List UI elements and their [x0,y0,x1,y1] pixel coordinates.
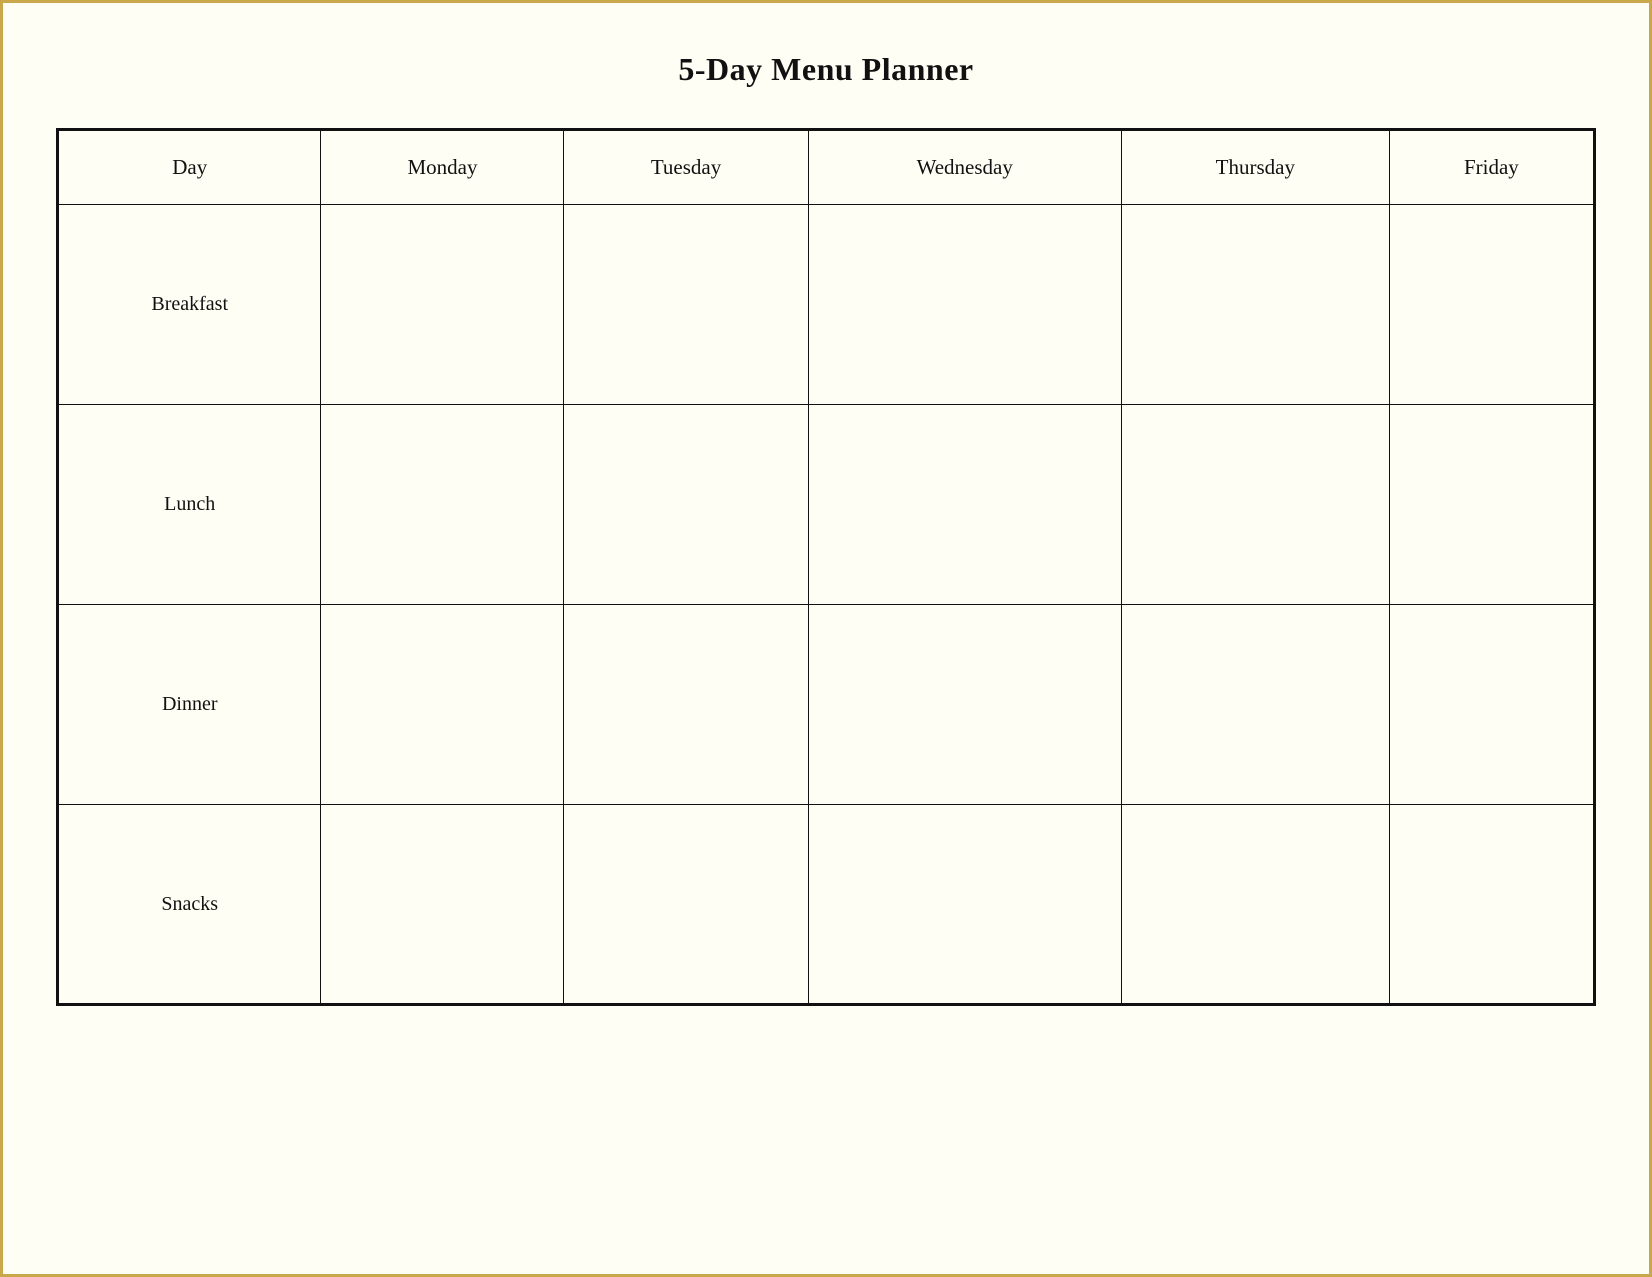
col-thursday: Thursday [1121,130,1389,205]
cell-snacks-friday[interactable] [1389,805,1594,1005]
row-breakfast: Breakfast [58,205,1595,405]
cell-snacks-tuesday[interactable] [564,805,808,1005]
row-dinner: Dinner [58,605,1595,805]
row-lunch: Lunch [58,405,1595,605]
cell-lunch-friday[interactable] [1389,405,1594,605]
cell-breakfast-monday[interactable] [321,205,564,405]
cell-dinner-monday[interactable] [321,605,564,805]
label-dinner: Dinner [58,605,321,805]
cell-lunch-thursday[interactable] [1121,405,1389,605]
label-lunch: Lunch [58,405,321,605]
header-row: Day Monday Tuesday Wednesday Thursday Fr… [58,130,1595,205]
page-title: 5-Day Menu Planner [678,51,973,88]
menu-planner-table: Day Monday Tuesday Wednesday Thursday Fr… [56,128,1596,1006]
cell-snacks-monday[interactable] [321,805,564,1005]
cell-breakfast-wednesday[interactable] [808,205,1121,405]
cell-snacks-thursday[interactable] [1121,805,1389,1005]
cell-dinner-wednesday[interactable] [808,605,1121,805]
cell-dinner-tuesday[interactable] [564,605,808,805]
row-snacks: Snacks [58,805,1595,1005]
label-breakfast: Breakfast [58,205,321,405]
cell-dinner-thursday[interactable] [1121,605,1389,805]
cell-dinner-friday[interactable] [1389,605,1594,805]
col-monday: Monday [321,130,564,205]
cell-lunch-monday[interactable] [321,405,564,605]
cell-breakfast-tuesday[interactable] [564,205,808,405]
cell-breakfast-friday[interactable] [1389,205,1594,405]
label-snacks: Snacks [58,805,321,1005]
cell-lunch-wednesday[interactable] [808,405,1121,605]
col-friday: Friday [1389,130,1594,205]
col-tuesday: Tuesday [564,130,808,205]
cell-lunch-tuesday[interactable] [564,405,808,605]
col-wednesday: Wednesday [808,130,1121,205]
cell-breakfast-thursday[interactable] [1121,205,1389,405]
col-day: Day [58,130,321,205]
cell-snacks-wednesday[interactable] [808,805,1121,1005]
